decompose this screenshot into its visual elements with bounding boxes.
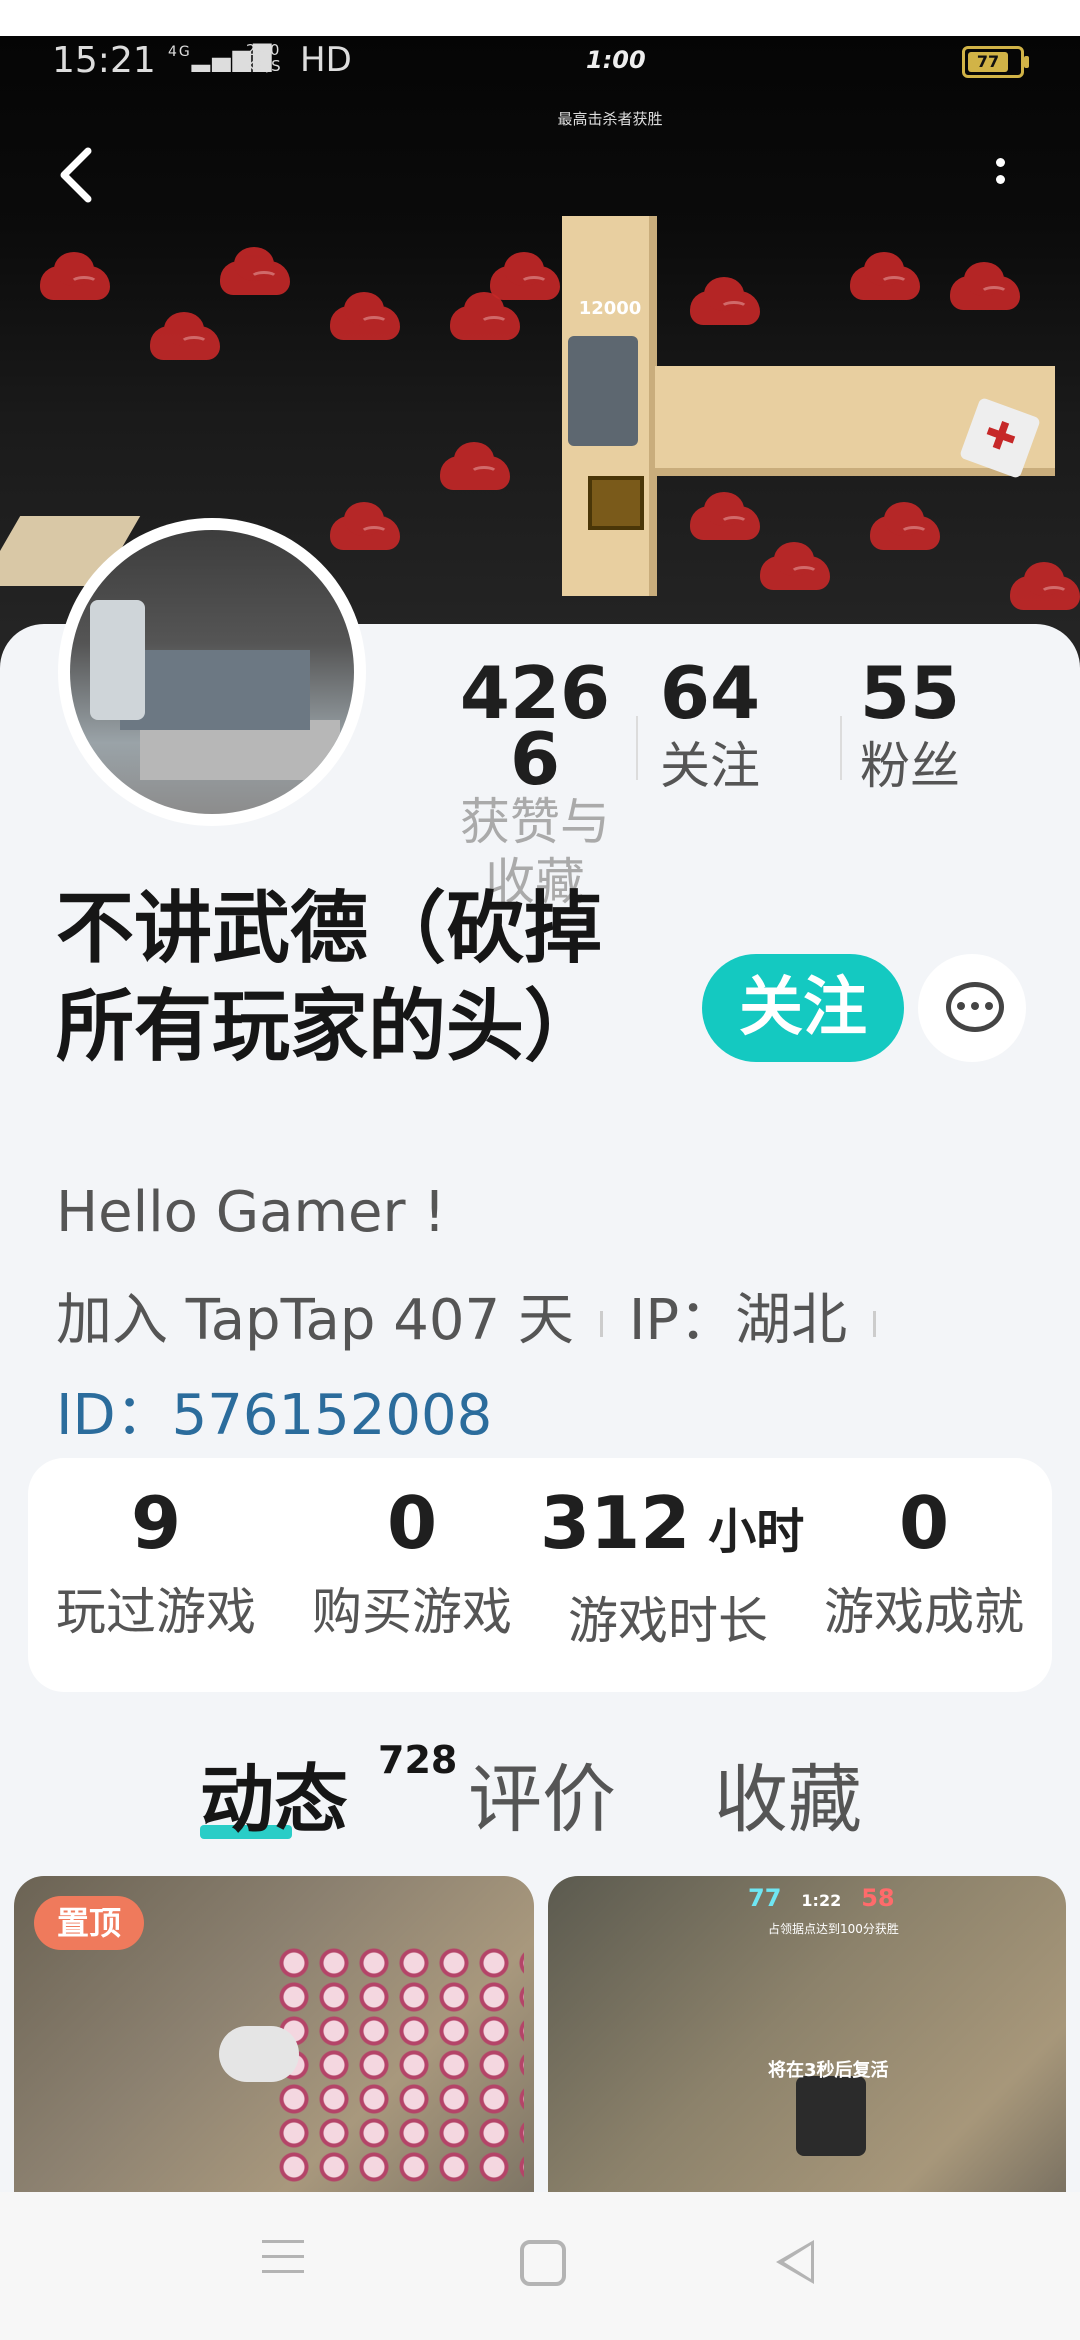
- cloud-decor: [950, 262, 1020, 310]
- tab-count: 728: [378, 1738, 458, 1782]
- message-button[interactable]: [918, 954, 1026, 1062]
- divider: [840, 716, 842, 780]
- ip-location: IP：湖北: [628, 1288, 848, 1353]
- chat-bubble-icon: [946, 982, 1004, 1032]
- feed-card[interactable]: 77 1:22 58 占领据点达到100分获胜 将在3秒后复活: [548, 1876, 1066, 2192]
- game-stats-panel: 9 玩过游戏 0 购买游戏 312 小时 游戏时长 0 游戏成就: [28, 1458, 1052, 1692]
- game-objective: 占领据点达到100分获胜: [768, 1922, 899, 1936]
- more-button[interactable]: [980, 150, 1020, 210]
- cloud-decor: [450, 292, 520, 340]
- back-triangle-icon[interactable]: [776, 2240, 814, 2284]
- hd-indicator: HD: [300, 40, 352, 80]
- status-time: 15:21: [52, 40, 156, 81]
- cloud-decor: [690, 277, 760, 325]
- cloud-decor: [150, 312, 220, 360]
- stat-likes[interactable]: 426 6 获赞与 收藏: [440, 651, 630, 912]
- banner-caption: 最高击杀者获胜: [557, 110, 663, 128]
- profile-tabs: 动态 728 评价 收藏: [0, 1738, 1080, 1843]
- meta-separator: [599, 1310, 603, 1337]
- game-stat-label: 游戏成就: [824, 1583, 1024, 1641]
- meta-separator: [873, 1310, 877, 1337]
- follow-button[interactable]: 关注: [702, 954, 904, 1062]
- cloud-decor: [440, 442, 510, 490]
- game-timer: 1:00: [586, 46, 646, 74]
- cloud-decor: [850, 252, 920, 300]
- cloud-decor: [40, 252, 110, 300]
- stat-following-label: 关注: [660, 737, 760, 795]
- home-square-icon[interactable]: [520, 2240, 566, 2286]
- stat-likes-value: 426 6: [459, 651, 611, 801]
- thumbnail-image: [274, 1946, 524, 2186]
- battery-level: 77: [968, 52, 1008, 72]
- stat-fans[interactable]: 55 粉丝: [840, 651, 980, 798]
- stat-fans-label: 粉丝: [860, 737, 960, 795]
- cloud-decor: [870, 502, 940, 550]
- game-stat-unit: 小时: [708, 1504, 805, 1560]
- net-speed: 24.0 KB/S: [246, 42, 281, 74]
- stat-fans-value: 55: [859, 651, 961, 735]
- battery-icon: 77: [962, 46, 1029, 78]
- avatar-image: [70, 530, 354, 814]
- respawn-text: 将在3秒后复活: [768, 2060, 889, 2081]
- thumbnail-object: [796, 2076, 866, 2156]
- network-type: 4G: [168, 44, 192, 60]
- cloud-decor: [330, 292, 400, 340]
- score-tag: 12000: [578, 298, 642, 319]
- bio-text: Hello Gamer !: [56, 1180, 446, 1245]
- game-stat-value: 0: [898, 1481, 950, 1565]
- game-stat-purchased[interactable]: 0 购买游戏: [284, 1484, 540, 1644]
- cloud-decor: [330, 502, 400, 550]
- game-tank: [568, 336, 638, 446]
- back-button[interactable]: [56, 145, 106, 205]
- game-stat-played[interactable]: 9 玩过游戏: [28, 1484, 284, 1644]
- stat-following-value: 64: [659, 651, 761, 735]
- tab-favorites[interactable]: 收藏: [714, 1740, 862, 1847]
- game-stat-label: 游戏时长: [568, 1592, 768, 1650]
- cloud-decor: [490, 252, 560, 300]
- pinned-badge: 置顶: [34, 1896, 144, 1950]
- tab-label: 动态: [200, 1757, 348, 1843]
- join-days: 加入 TapTap 407 天: [56, 1288, 574, 1353]
- game-stat-value: 9: [130, 1481, 182, 1565]
- profile-stats: 426 6 获赞与 收藏 64 关注 55 粉丝: [440, 651, 1060, 911]
- system-nav-bar: [0, 2192, 1080, 2340]
- cloud-decor: [1010, 562, 1080, 610]
- menu-icon[interactable]: [262, 2240, 312, 2290]
- tab-posts[interactable]: 动态 728: [200, 1738, 457, 1847]
- divider: [636, 716, 638, 780]
- stat-following[interactable]: 64 关注: [640, 651, 780, 798]
- username: 不讲武德（砍掉 所有玩家的头）: [56, 884, 603, 1072]
- top-strip: [0, 0, 1080, 36]
- game-stat-label: 玩过游戏: [56, 1583, 256, 1641]
- game-stat-label: 购买游戏: [312, 1583, 512, 1641]
- chevron-left-icon: [60, 147, 92, 203]
- cloud-decor: [760, 542, 830, 590]
- game-crate: [588, 476, 644, 530]
- game-stat-value: 312 小时: [540, 1481, 805, 1565]
- game-stat-playtime[interactable]: 312 小时 游戏时长: [540, 1481, 805, 1653]
- thumbnail-object: [219, 2026, 299, 2082]
- tab-reviews[interactable]: 评价: [468, 1740, 616, 1847]
- cloud-decor: [690, 492, 760, 540]
- vertical-dots-icon: [995, 158, 1005, 167]
- feed-card[interactable]: 置顶: [14, 1876, 534, 2192]
- net-speed-unit: KB/S: [246, 57, 281, 75]
- game-hud: 77 1:22 58: [748, 1884, 895, 1912]
- status-bar: 15:21 4G▂▄▆█ 24.0 KB/S HD 1:00 77: [0, 36, 1080, 86]
- profile-meta: 加入 TapTap 407 天 IP：湖北: [56, 1275, 902, 1356]
- cloud-decor: [220, 247, 290, 295]
- game-stat-achievements[interactable]: 0 游戏成就: [796, 1484, 1052, 1644]
- avatar[interactable]: [58, 518, 366, 826]
- user-id[interactable]: ID：576152008: [56, 1370, 492, 1451]
- game-stat-value: 0: [386, 1481, 438, 1565]
